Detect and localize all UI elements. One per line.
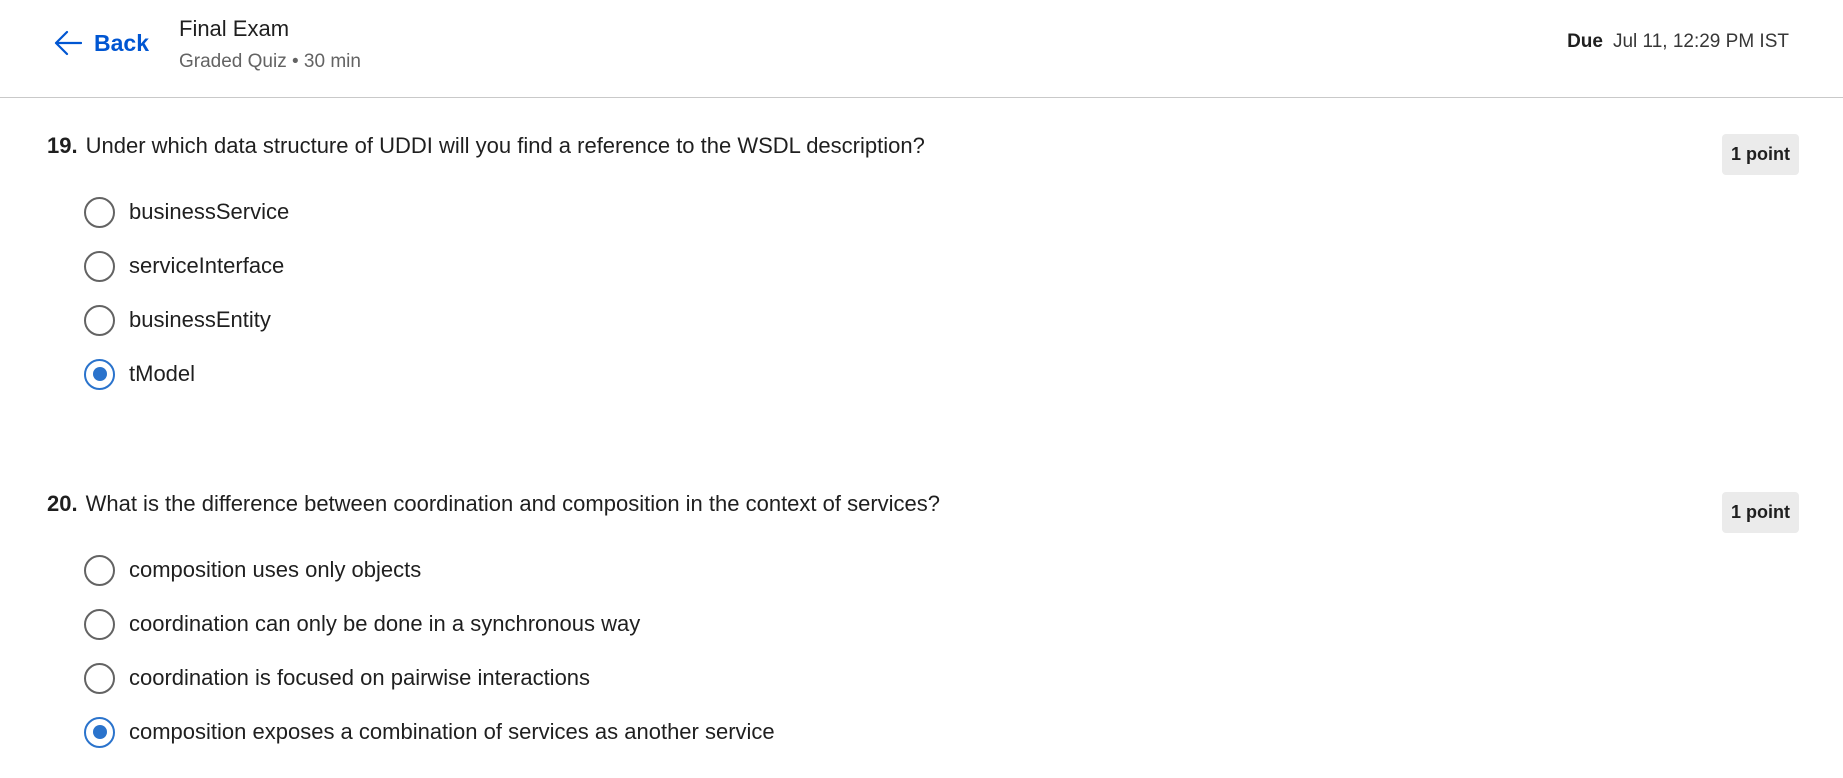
question-text: Under which data structure of UDDI will … <box>85 133 925 158</box>
option-label: businessEntity <box>129 307 271 332</box>
due-value: Jul 11, 12:29 PM IST <box>1612 31 1789 52</box>
option-composition-objects[interactable]: composition uses only objects <box>84 553 421 587</box>
option-businessEntity[interactable]: businessEntity <box>84 303 271 337</box>
points-badge: 1 point <box>1722 134 1799 175</box>
due-label: Due <box>1567 31 1603 52</box>
option-coordination-pairwise[interactable]: coordination is focused on pairwise inte… <box>84 661 590 695</box>
title-block: Final Exam Graded Quiz • 30 min <box>179 14 361 77</box>
radio-button[interactable] <box>84 304 115 336</box>
arrow-left-icon <box>54 30 82 56</box>
page-subtitle: Graded Quiz • 30 min <box>179 51 361 72</box>
radio-button-selected[interactable] <box>84 716 115 748</box>
back-button[interactable]: Back <box>54 26 149 60</box>
option-businessService[interactable]: businessService <box>84 195 289 229</box>
back-label: Back <box>94 29 149 56</box>
radio-button-selected[interactable] <box>84 358 115 390</box>
option-coordination-synchronous[interactable]: coordination can only be done in a synch… <box>84 607 640 641</box>
question-number: 20. <box>47 491 78 516</box>
radio-button[interactable] <box>84 662 115 694</box>
points-badge: 1 point <box>1722 492 1799 533</box>
question-number: 19. <box>47 133 78 158</box>
option-tModel[interactable]: tModel <box>84 357 195 391</box>
option-label: serviceInterface <box>129 253 285 278</box>
radio-button[interactable] <box>84 196 115 228</box>
option-label: composition uses only objects <box>129 557 422 582</box>
option-serviceInterface[interactable]: serviceInterface <box>84 249 284 283</box>
question-text-line: 20. What is the difference between coordi… <box>47 489 940 519</box>
quiz-header: Back Final Exam Graded Quiz • 30 min Due… <box>0 0 1843 98</box>
question-text-line: 19. Under which data structure of UDDI wi… <box>47 131 925 161</box>
option-label: businessService <box>129 199 290 224</box>
option-label: coordination is focused on pairwise inte… <box>129 665 591 690</box>
question-text: What is the difference between coordinat… <box>85 491 941 516</box>
page-title: Final Exam <box>179 16 290 41</box>
radio-button[interactable] <box>84 608 115 640</box>
radio-button[interactable] <box>84 250 115 282</box>
option-label: coordination can only be done in a synch… <box>129 611 641 636</box>
option-label: tModel <box>129 361 196 386</box>
option-composition-combination[interactable]: composition exposes a combination of ser… <box>84 715 775 749</box>
option-label: composition exposes a combination of ser… <box>129 719 775 744</box>
due-date: Due Jul 11, 12:29 PM IST <box>1567 31 1789 53</box>
radio-button[interactable] <box>84 554 115 586</box>
